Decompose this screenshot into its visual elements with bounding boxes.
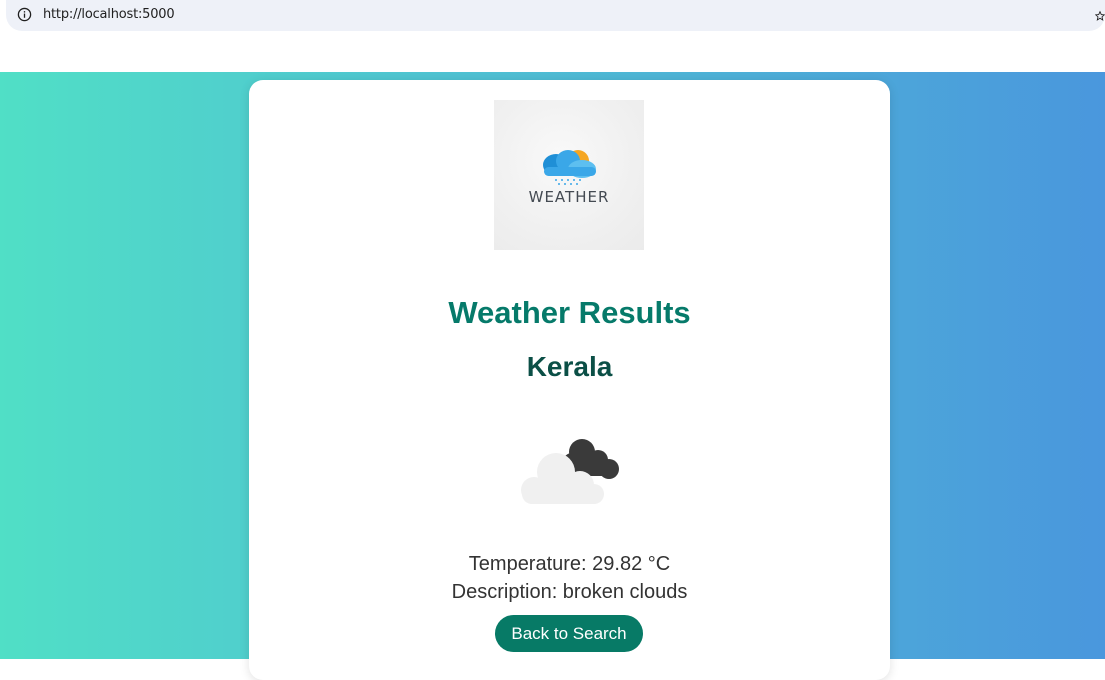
city-name: Kerala [526,351,613,382]
weather-logo: WEATHER [494,100,644,250]
broken-clouds-icon [521,439,619,504]
page-title: Weather Results [448,295,691,330]
cloud-sun-rain-icon [543,150,596,185]
browser-toolbar: http://localhost:5000 [0,0,1105,72]
url-text[interactable]: http://localhost:5000 [43,7,175,22]
info-circle-icon[interactable] [17,7,32,22]
back-to-search-button[interactable]: Back to Search [495,615,643,652]
logo-text: WEATHER [528,188,610,206]
results-card: WEATHER Weather Results Kerala Temperatu… [249,80,890,680]
address-bar[interactable]: http://localhost:5000 [6,0,1105,31]
description-text: Description: broken clouds [451,581,688,603]
bookmark-star-icon[interactable] [1095,9,1105,23]
temperature-text: Temperature: 29.82 °C [468,553,671,575]
page-background: WEATHER Weather Results Kerala Temperatu… [0,72,1105,680]
